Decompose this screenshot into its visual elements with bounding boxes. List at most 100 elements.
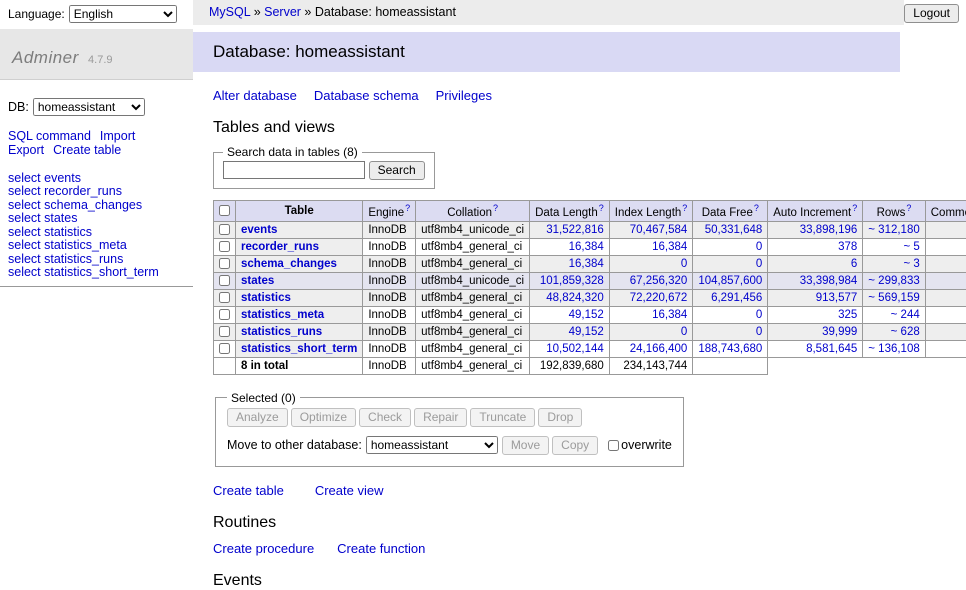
- auto-increment-link[interactable]: 378: [838, 241, 857, 253]
- data-length-link[interactable]: 49,152: [569, 309, 604, 321]
- optimize-button[interactable]: Optimize: [291, 408, 356, 427]
- data-length-link[interactable]: 101,859,328: [540, 275, 604, 287]
- sidebar-table-link[interactable]: select statistics_runs: [0, 252, 193, 266]
- row-checkbox[interactable]: [219, 224, 230, 235]
- table-name-link[interactable]: recorder_runs: [241, 241, 319, 253]
- create-link[interactable]: Create table: [213, 483, 284, 498]
- row-checkbox[interactable]: [219, 326, 230, 337]
- index-length-link[interactable]: 0: [681, 326, 687, 338]
- row-checkbox[interactable]: [219, 258, 230, 269]
- rows-link[interactable]: ~ 5: [903, 241, 919, 253]
- table-name-link[interactable]: states: [241, 275, 274, 287]
- rows-link[interactable]: ~ 3: [903, 258, 919, 270]
- help-link[interactable]: ?: [852, 203, 857, 213]
- row-checkbox[interactable]: [219, 292, 230, 303]
- search-button[interactable]: Search: [369, 161, 425, 180]
- logout-button[interactable]: Logout: [904, 4, 959, 23]
- help-link[interactable]: ?: [405, 203, 410, 213]
- row-checkbox[interactable]: [219, 275, 230, 286]
- rows-link[interactable]: ~ 299,833: [868, 275, 919, 287]
- sidebar-table-link[interactable]: select statistics_short_term: [0, 266, 193, 280]
- auto-increment-link[interactable]: 325: [838, 309, 857, 321]
- data-length-link[interactable]: 10,502,144: [546, 343, 604, 355]
- sidebar-nav-link[interactable]: Create table: [53, 143, 121, 157]
- help-link[interactable]: ?: [599, 203, 604, 213]
- table-name-link[interactable]: events: [241, 224, 277, 236]
- routine-link[interactable]: Create function: [337, 541, 425, 556]
- help-link[interactable]: ?: [682, 203, 687, 213]
- data-free-link[interactable]: 0: [756, 241, 762, 253]
- search-input[interactable]: [223, 161, 365, 179]
- auto-increment-link[interactable]: 8,581,645: [806, 343, 857, 355]
- auto-increment-link[interactable]: 913,577: [816, 292, 858, 304]
- breadcrumb-link[interactable]: Server: [264, 5, 301, 19]
- table-name-link[interactable]: statistics_meta: [241, 309, 324, 321]
- sidebar-nav-link[interactable]: Import: [100, 129, 135, 143]
- table-name-link[interactable]: statistics_short_term: [241, 343, 357, 355]
- move-button[interactable]: Move: [502, 436, 549, 455]
- auto-increment-link[interactable]: 33,398,984: [800, 275, 858, 287]
- breadcrumb-link[interactable]: MySQL: [209, 5, 250, 19]
- data-free-link[interactable]: 0: [756, 258, 762, 270]
- db-action-link[interactable]: Database schema: [314, 88, 419, 103]
- row-checkbox[interactable]: [219, 343, 230, 354]
- rows-link[interactable]: ~ 569,159: [868, 292, 919, 304]
- sidebar-nav-link[interactable]: Export: [8, 143, 44, 157]
- truncate-button[interactable]: Truncate: [470, 408, 535, 427]
- sidebar-table-link[interactable]: select events: [0, 171, 193, 185]
- index-length-link[interactable]: 16,384: [652, 309, 687, 321]
- sidebar-table-link[interactable]: select statistics_meta: [0, 239, 193, 253]
- table-name-link[interactable]: statistics_runs: [241, 326, 322, 338]
- db-action-link[interactable]: Privileges: [436, 88, 492, 103]
- row-checkbox[interactable]: [219, 309, 230, 320]
- data-length-link[interactable]: 48,824,320: [546, 292, 604, 304]
- data-free-link[interactable]: 6,291,456: [711, 292, 762, 304]
- auto-increment-link[interactable]: 39,999: [822, 326, 857, 338]
- sidebar-table-link[interactable]: select schema_changes: [0, 198, 193, 212]
- auto-increment-link[interactable]: 33,898,196: [800, 224, 858, 236]
- sidebar-nav-link[interactable]: SQL command: [8, 129, 91, 143]
- move-db-select[interactable]: homeassistant: [366, 436, 498, 454]
- data-free-link[interactable]: 104,857,600: [698, 275, 762, 287]
- copy-button[interactable]: Copy: [552, 436, 598, 455]
- rows-link[interactable]: ~ 136,108: [868, 343, 919, 355]
- data-free-link[interactable]: 0: [756, 309, 762, 321]
- index-length-link[interactable]: 70,467,584: [630, 224, 688, 236]
- data-free-link[interactable]: 50,331,648: [705, 224, 763, 236]
- routine-link[interactable]: Create procedure: [213, 541, 314, 556]
- data-free-link[interactable]: 188,743,680: [698, 343, 762, 355]
- data-length-link[interactable]: 16,384: [569, 241, 604, 253]
- help-link[interactable]: ?: [906, 203, 911, 213]
- data-length-link[interactable]: 16,384: [569, 258, 604, 270]
- sidebar-table-link[interactable]: select recorder_runs: [0, 185, 193, 199]
- sidebar-table-link[interactable]: select states: [0, 212, 193, 226]
- data-free-link[interactable]: 0: [756, 326, 762, 338]
- index-length-link[interactable]: 0: [681, 258, 687, 270]
- rows-link[interactable]: ~ 312,180: [868, 224, 919, 236]
- index-length-link[interactable]: 16,384: [652, 241, 687, 253]
- help-link[interactable]: ?: [754, 203, 759, 213]
- rows-link[interactable]: ~ 628: [891, 326, 920, 338]
- create-link[interactable]: Create view: [315, 483, 384, 498]
- db-select[interactable]: homeassistant: [33, 98, 145, 116]
- analyze-button[interactable]: Analyze: [227, 408, 288, 427]
- language-select[interactable]: English: [69, 5, 177, 23]
- index-length-link[interactable]: 24,166,400: [630, 343, 688, 355]
- index-length-link[interactable]: 72,220,672: [630, 292, 688, 304]
- table-name-link[interactable]: schema_changes: [241, 258, 337, 270]
- data-length-link[interactable]: 49,152: [569, 326, 604, 338]
- repair-button[interactable]: Repair: [414, 408, 467, 427]
- db-action-link[interactable]: Alter database: [213, 88, 297, 103]
- auto-increment-link[interactable]: 6: [851, 258, 857, 270]
- overwrite-checkbox[interactable]: [608, 440, 619, 451]
- sidebar-table-link[interactable]: select statistics: [0, 225, 193, 239]
- row-checkbox[interactable]: [219, 241, 230, 252]
- data-length-link[interactable]: 31,522,816: [546, 224, 604, 236]
- rows-link[interactable]: ~ 244: [891, 309, 920, 321]
- drop-button[interactable]: Drop: [538, 408, 582, 427]
- select-all-checkbox[interactable]: [219, 205, 230, 216]
- check-button[interactable]: Check: [359, 408, 411, 427]
- index-length-link[interactable]: 67,256,320: [630, 275, 688, 287]
- table-name-link[interactable]: statistics: [241, 292, 291, 304]
- help-link[interactable]: ?: [493, 203, 498, 213]
